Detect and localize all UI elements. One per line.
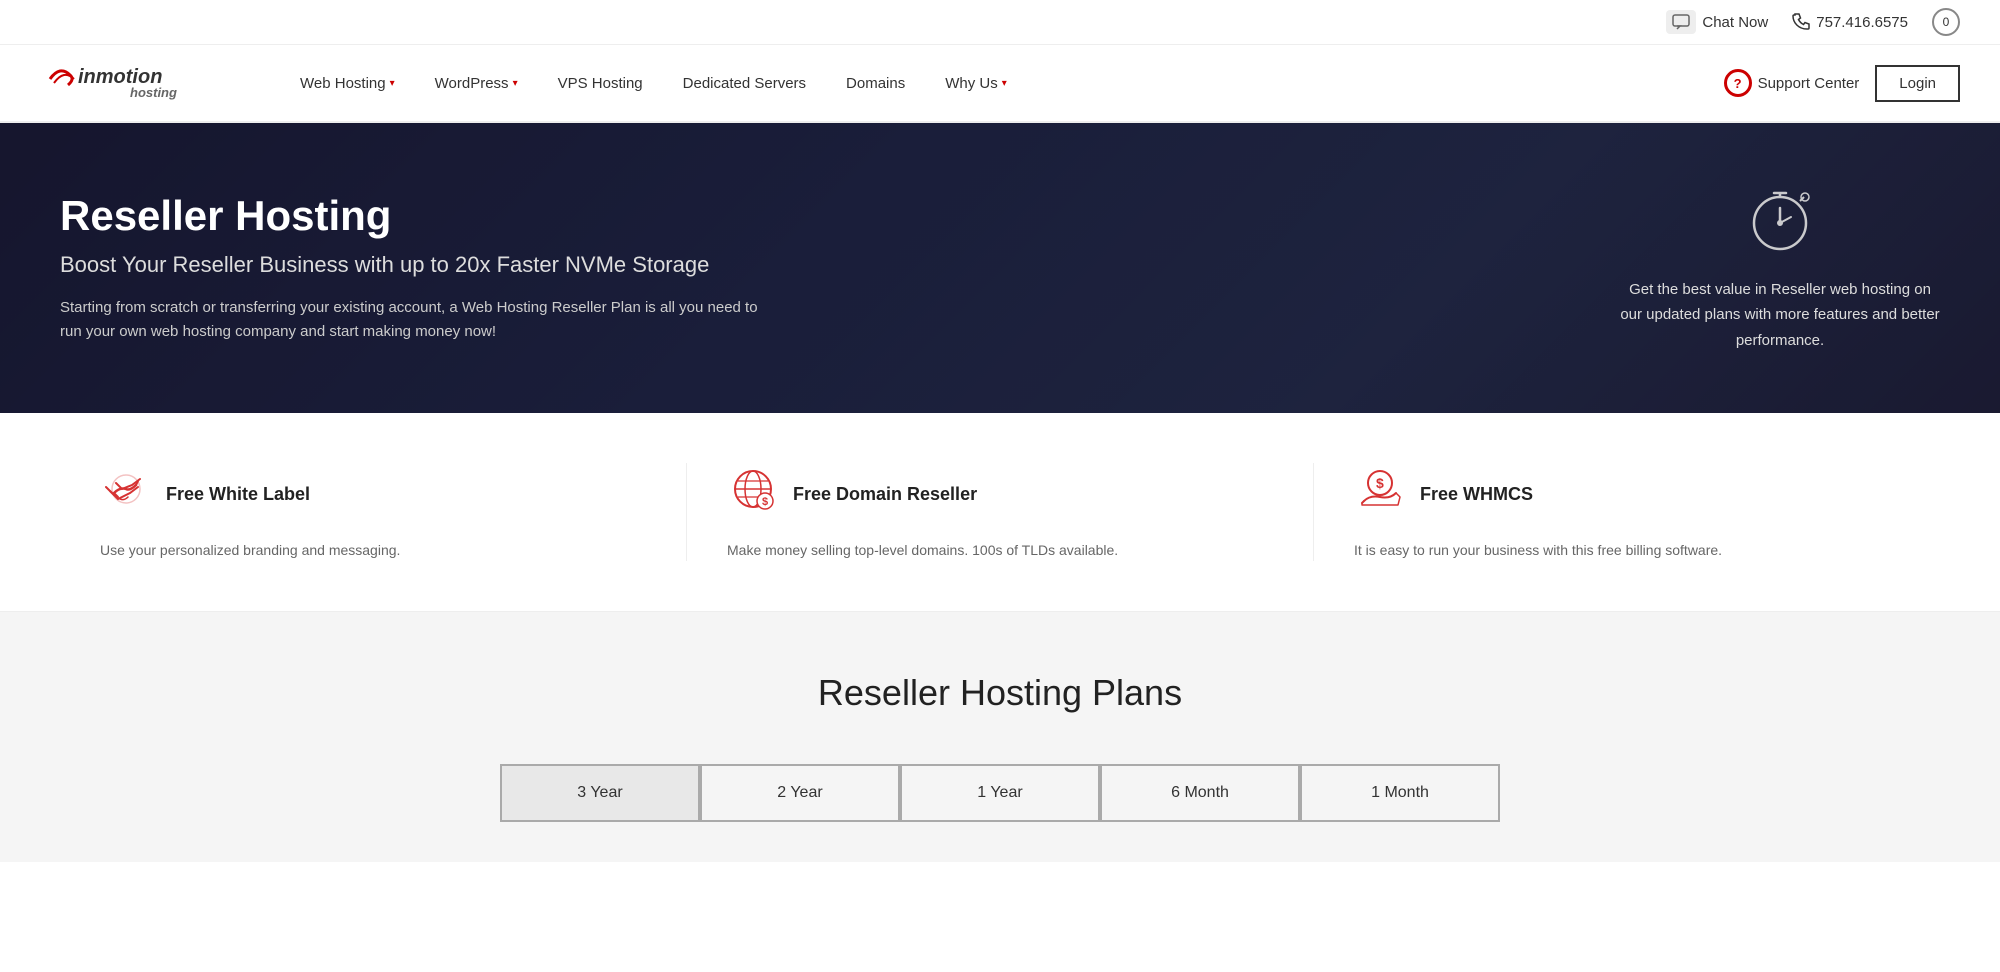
feature-white-label-desc: Use your personalized branding and messa… [100,539,400,561]
dollar-hand-icon: $ [1354,463,1406,525]
feature-white-label: Free White Label Use your personalized b… [60,463,687,561]
feature-domain-reseller: $ Free Domain Reseller Make money sellin… [687,463,1314,561]
plan-tab-1month[interactable]: 1 Month [1300,764,1500,822]
nav-links: Web Hosting ▾ WordPress ▾ VPS Hosting De… [280,47,1724,120]
phone-number[interactable]: 757.416.6575 [1792,13,1908,31]
chevron-down-icon: ▾ [513,78,518,89]
features-section: Free White Label Use your personalized b… [0,413,2000,612]
plan-tab-6month[interactable]: 6 Month [1100,764,1300,822]
plan-tab-2year[interactable]: 2 Year [700,764,900,822]
plans-tabs: 3 Year 2 Year 1 Year 6 Month 1 Month [40,764,1960,822]
hero-section: Reseller Hosting Boost Your Reseller Bus… [0,123,2000,413]
plan-tab-3year[interactable]: 3 Year [500,764,700,822]
chevron-down-icon: ▾ [1002,78,1007,89]
svg-text:$: $ [1376,475,1384,491]
nav-why-us[interactable]: Why Us ▾ [925,47,1027,120]
feature-whmcs-title: Free WHMCS [1420,484,1533,505]
hero-title: Reseller Hosting [60,192,760,240]
nav-domains[interactable]: Domains [826,47,925,120]
hero-desc: Starting from scratch or transferring yo… [60,296,760,344]
hero-left: Reseller Hosting Boost Your Reseller Bus… [60,192,760,344]
feature-domain-reseller-desc: Make money selling top-level domains. 10… [727,539,1118,561]
phone-icon [1792,13,1810,31]
feature-white-label-title: Free White Label [166,484,310,505]
nav-right: ? Support Center Login [1724,65,1960,102]
feature-whmcs-desc: It is easy to run your business with thi… [1354,539,1722,561]
svg-text:$: $ [762,496,768,508]
cart-button[interactable]: 0 [1932,8,1960,36]
login-button[interactable]: Login [1875,65,1960,102]
plans-section: Reseller Hosting Plans 3 Year 2 Year 1 Y… [0,612,2000,862]
svg-text:hosting: hosting [130,85,177,100]
chat-now-button[interactable]: Chat Now [1666,10,1768,34]
chat-icon [1666,10,1696,34]
feature-whmcs: $ Free WHMCS It is easy to run your busi… [1314,463,1940,561]
nav-wordpress[interactable]: WordPress ▾ [415,47,538,120]
support-icon: ? [1724,69,1752,97]
top-bar: Chat Now 757.416.6575 0 [0,0,2000,45]
timer-icon [1620,183,1940,265]
logo[interactable]: inmotion hosting [40,45,220,121]
feature-domain-reseller-title: Free Domain Reseller [793,484,977,505]
chevron-down-icon: ▾ [390,78,395,89]
handshake-icon [100,463,152,525]
plan-tab-1year[interactable]: 1 Year [900,764,1100,822]
nav-dedicated-servers[interactable]: Dedicated Servers [663,47,826,120]
hero-right-text: Get the best value in Reseller web hosti… [1620,277,1940,354]
hero-subtitle: Boost Your Reseller Business with up to … [60,252,760,278]
main-nav: inmotion hosting Web Hosting ▾ WordPress… [0,45,2000,123]
support-center-link[interactable]: ? Support Center [1724,69,1860,97]
nav-vps-hosting[interactable]: VPS Hosting [538,47,663,120]
plans-title: Reseller Hosting Plans [40,672,1960,714]
globe-icon: $ [727,463,779,525]
hero-right: Get the best value in Reseller web hosti… [1620,183,1940,354]
nav-web-hosting[interactable]: Web Hosting ▾ [280,47,415,120]
